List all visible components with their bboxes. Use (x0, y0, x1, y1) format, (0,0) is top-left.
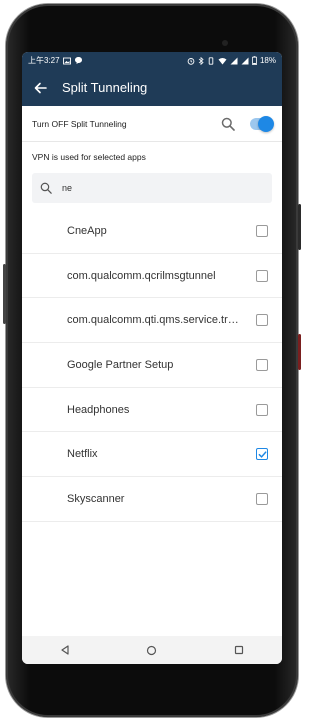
split-tunneling-toggle[interactable] (250, 115, 274, 132)
search-icon (221, 117, 235, 131)
app-list-item[interactable]: Headphones (22, 388, 282, 433)
app-name: Netflix (67, 448, 98, 461)
app-list: CneApp com.qualcomm.qcrilmsgtunnel com.qua… (22, 209, 282, 522)
bluetooth-icon (198, 56, 204, 65)
app-name: Skyscanner (67, 492, 125, 505)
screen: 上午3:27 18% Split Tunneling Turn OFF Spli… (22, 52, 282, 664)
nav-back-button[interactable] (50, 636, 80, 664)
app-name: com.qualcomm.qti.qms.service.tr… (67, 314, 239, 327)
app-name: com.qualcomm.qcrilmsgtunnel (67, 269, 216, 282)
search-box (32, 173, 272, 203)
battery-percent: 18% (259, 56, 276, 65)
app-name: CneApp (67, 224, 107, 237)
app-list-item[interactable]: CneApp (22, 209, 282, 254)
status-time: 上午3:27 (28, 56, 60, 65)
app-checkbox[interactable] (256, 314, 268, 327)
split-tunneling-row: Turn OFF Split Tunneling (22, 106, 282, 142)
volume-button (298, 334, 301, 370)
signal-2-icon (241, 57, 249, 64)
page-title: Split Tunneling (62, 80, 148, 95)
side-button-left (3, 264, 6, 324)
chat-notification-icon (74, 57, 82, 64)
back-button[interactable] (22, 69, 58, 106)
arrow-back-icon (34, 82, 47, 93)
search-input[interactable] (60, 183, 254, 193)
status-right: 18% (187, 56, 276, 65)
app-checkbox[interactable] (256, 358, 268, 371)
nav-home-icon (147, 645, 157, 655)
app-checkbox[interactable] (256, 269, 268, 282)
app-list-item[interactable]: com.qualcomm.qcrilmsgtunnel (22, 254, 282, 299)
app-checkbox[interactable] (256, 224, 268, 237)
search-button[interactable] (220, 116, 236, 132)
front-camera (222, 40, 228, 46)
nav-back-icon (61, 645, 69, 655)
wifi-icon (218, 57, 227, 64)
app-list-item[interactable]: Skyscanner (22, 477, 282, 522)
app-bar: Split Tunneling (22, 69, 282, 106)
app-list-item[interactable]: Google Partner Setup (22, 343, 282, 388)
vpn-subtitle: VPN is used for selected apps (32, 152, 146, 162)
checkmark-icon (258, 451, 266, 458)
vibrate-icon (208, 56, 214, 65)
power-button (298, 204, 301, 250)
app-list-item[interactable]: Netflix (22, 432, 282, 478)
nav-recents-icon (234, 645, 243, 655)
status-left: 上午3:27 (28, 55, 83, 66)
battery-icon (252, 56, 257, 65)
navigation-bar (22, 636, 282, 664)
app-name: Google Partner Setup (67, 358, 174, 371)
image-notification-icon (62, 57, 71, 64)
search-field-icon (32, 182, 60, 194)
signal-icon (230, 57, 238, 64)
alarm-icon (187, 57, 195, 65)
status-bar: 上午3:27 18% (22, 52, 282, 69)
nav-recents-button[interactable] (224, 636, 254, 664)
search-icon (40, 182, 52, 194)
nav-home-button[interactable] (137, 636, 167, 664)
app-list-item[interactable]: com.qualcomm.qti.qms.service.tr… (22, 298, 282, 344)
toggle-knob (258, 115, 274, 132)
app-name: Headphones (67, 403, 130, 416)
app-checkbox[interactable] (256, 403, 268, 416)
split-tunneling-label: Turn OFF Split Tunneling (32, 118, 127, 129)
app-checkbox-checked[interactable] (256, 448, 268, 461)
app-checkbox[interactable] (256, 492, 268, 505)
